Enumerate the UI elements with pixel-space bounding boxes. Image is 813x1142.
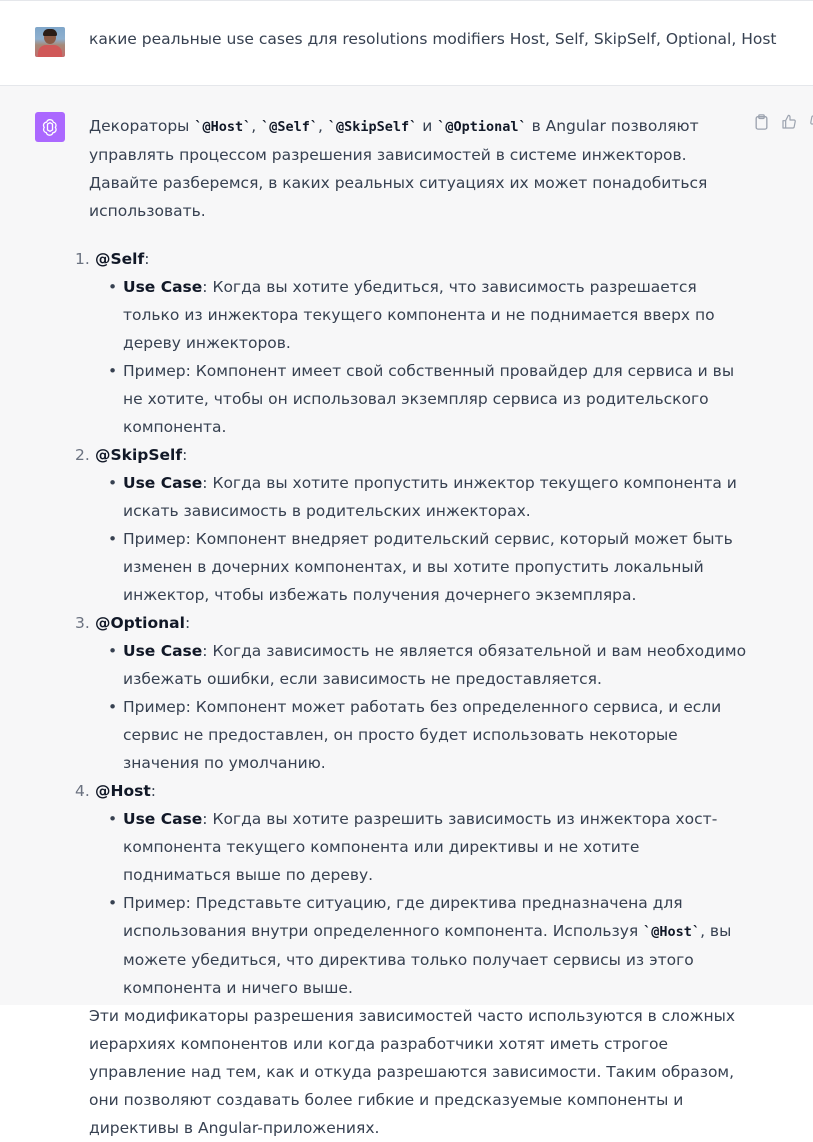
assistant-message-content: Декораторы `@Host`, `@Self`, `@SkipSelf`… bbox=[75, 112, 749, 1142]
item-title: @Host bbox=[95, 782, 151, 800]
inline-code: `@Host` bbox=[194, 119, 252, 135]
bullet-item: • Пример: Представьте ситуацию, где дирек… bbox=[108, 894, 732, 997]
closing-paragraph: Эти модификаторы разрешения зависимостей… bbox=[89, 1007, 736, 1137]
message-actions bbox=[752, 113, 813, 131]
user-message-text: какие реальные use cases для resolutions… bbox=[89, 30, 777, 48]
list-number: 1. bbox=[75, 250, 90, 268]
bullet-item: • Use Case: Когда вы хотите разрешить зав… bbox=[108, 810, 718, 884]
list-item: 3. @Optional: • Use Case: Когда зависимос… bbox=[75, 609, 749, 777]
thumbs-up-icon[interactable] bbox=[780, 113, 798, 131]
list-item: 1. @Self: • Use Case: Когда вы хотите убе… bbox=[75, 245, 749, 441]
intro-text: , bbox=[318, 117, 328, 135]
list-number: 4. bbox=[75, 782, 90, 800]
item-title: @Self bbox=[95, 250, 145, 268]
inline-code: `@Self` bbox=[261, 119, 319, 135]
item-title: @SkipSelf bbox=[95, 446, 183, 464]
intro-paragraph: Декораторы `@Host`, `@Self`, `@SkipSelf`… bbox=[89, 112, 749, 225]
thumbs-down-icon[interactable] bbox=[808, 113, 813, 131]
bullet-item: • Use Case: Когда зависимость не является… bbox=[108, 642, 747, 688]
bullet-item: • Пример: Компонент имеет свой собственны… bbox=[108, 362, 735, 436]
list-item: 2. @SkipSelf: • Use Case: Когда вы хотите… bbox=[75, 441, 749, 609]
modifier-list: 1. @Self: • Use Case: Когда вы хотите убе… bbox=[75, 245, 749, 1002]
user-avatar bbox=[35, 27, 65, 57]
bullet-item: • Use Case: Когда вы хотите пропустить ин… bbox=[108, 474, 737, 520]
bullet-item: • Пример: Компонент внедряет родительский… bbox=[108, 530, 733, 604]
list-number: 3. bbox=[75, 614, 90, 632]
list-item: 4. @Host: • Use Case: Когда вы хотите раз… bbox=[75, 777, 749, 1002]
intro-text: , bbox=[251, 117, 262, 135]
item-title: @Optional bbox=[95, 614, 185, 632]
user-message-row: какие реальные use cases для resolutions… bbox=[0, 0, 813, 86]
inline-code: `@SkipSelf` bbox=[327, 119, 418, 135]
openai-logo-icon bbox=[35, 112, 65, 142]
list-number: 2. bbox=[75, 446, 90, 464]
clipboard-icon[interactable] bbox=[752, 113, 770, 131]
intro-text: и bbox=[417, 117, 438, 135]
inline-code: `@Optional` bbox=[437, 119, 527, 135]
assistant-message-row: Декораторы `@Host`, `@Self`, `@SkipSelf`… bbox=[0, 86, 813, 1137]
bullet-item: • Use Case: Когда вы хотите убедиться, чт… bbox=[108, 278, 715, 352]
bullet-item: • Пример: Компонент может работать без оп… bbox=[108, 698, 722, 772]
intro-text: Декораторы bbox=[89, 117, 195, 135]
